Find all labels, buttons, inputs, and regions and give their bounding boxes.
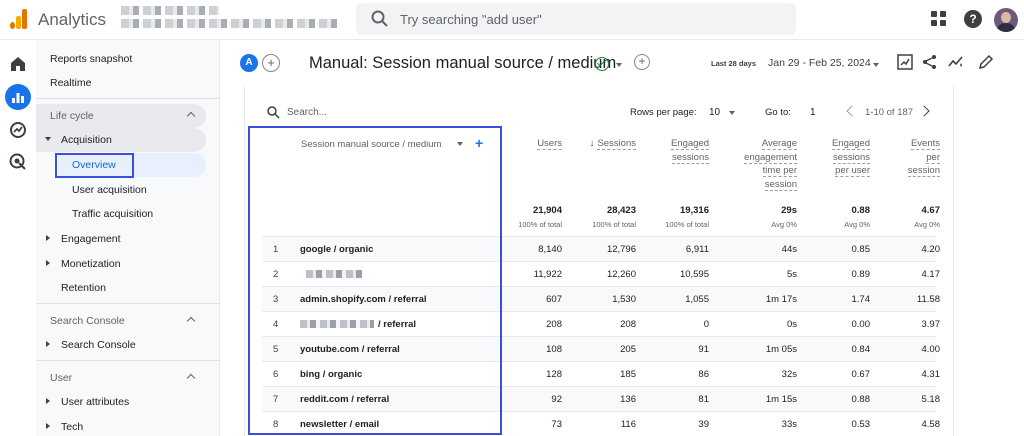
chevron-up-icon <box>186 316 196 326</box>
metric-cell: 11.58 <box>916 294 940 305</box>
metric-cell: 81 <box>698 394 709 405</box>
metric-cell: 4.31 <box>921 369 941 380</box>
search-icon[interactable] <box>266 105 280 119</box>
nav-user-acquisition[interactable]: User acquisition <box>36 178 220 202</box>
search-placeholder: Try searching "add user" <box>400 12 542 27</box>
metric-cell: 4.17 <box>921 269 941 280</box>
nav-reports-snapshot[interactable]: Reports snapshot <box>36 47 220 71</box>
metric-cell: 5.18 <box>921 394 941 405</box>
metric-cell: 6,911 <box>685 244 709 255</box>
explore-icon[interactable] <box>8 120 28 140</box>
nav-traffic-acquisition[interactable]: Traffic acquisition <box>36 202 220 226</box>
nav-acquisition[interactable]: Acquisition <box>36 128 220 152</box>
share-icon[interactable] <box>921 53 939 71</box>
avatar[interactable] <box>994 8 1018 32</box>
rows-per-page-label: Rows per page: <box>630 107 697 118</box>
dimension-annotation-box <box>248 126 502 435</box>
metric-cell: 39 <box>698 419 709 430</box>
metric-total-percent: Avg 0% <box>914 220 940 229</box>
reports-icon[interactable] <box>5 84 31 110</box>
caret-right-icon <box>46 423 50 429</box>
page-title: Manual: Session manual source / medium <box>309 54 617 72</box>
nav-section-search-console[interactable]: Search Console <box>36 309 220 333</box>
customize-report-icon[interactable] <box>896 53 914 71</box>
redacted-account-name[interactable] <box>121 6 219 15</box>
date-range-value[interactable]: Jan 29 - Feb 25, 2024 <box>768 57 871 69</box>
metric-column-header[interactable]: Events per session <box>850 137 940 178</box>
metric-column-label: Engaged <box>670 138 709 150</box>
nav-user-attributes[interactable]: User attributes <box>36 390 220 414</box>
search-icon <box>371 10 388 27</box>
metric-cell: 4.20 <box>921 244 941 255</box>
nav-divider <box>36 303 220 304</box>
apps-grid-icon[interactable] <box>931 11 947 27</box>
insights-icon[interactable] <box>947 53 965 71</box>
top-bar: Analytics Try searching "add user" ? <box>0 0 1024 40</box>
date-range-label[interactable]: Last 28 days <box>711 59 756 68</box>
metric-cell: 0 <box>703 319 709 330</box>
left-rail <box>0 40 36 436</box>
metric-column-label: Events <box>910 138 940 150</box>
app-title[interactable]: Analytics <box>38 10 106 30</box>
metric-total: 4.67 <box>921 205 941 216</box>
search-input[interactable]: Try searching "add user" <box>356 3 796 35</box>
chevron-up-icon <box>186 373 196 383</box>
metric-column-label: per <box>926 151 940 164</box>
metric-cell: 4.58 <box>921 419 941 430</box>
metric-total: 19,316 <box>679 205 709 216</box>
nav-tech[interactable]: Tech <box>36 415 220 436</box>
sort-descending-icon: ↓ <box>589 138 595 149</box>
edit-pencil-icon[interactable] <box>977 53 995 71</box>
metric-column-label: sessions <box>672 151 709 164</box>
overview-annotation-box <box>55 153 134 178</box>
metric-column-header[interactable]: Engaged sessions <box>619 137 709 164</box>
goto-page-input[interactable]: 1 <box>810 107 816 118</box>
pagination-status: 1-10 of 187 <box>865 107 914 118</box>
metric-cell: 86 <box>698 369 709 380</box>
help-icon[interactable]: ? <box>964 10 982 28</box>
advertising-icon[interactable] <box>8 152 28 172</box>
nav-divider <box>36 98 220 99</box>
redacted-property-name[interactable] <box>121 19 337 28</box>
home-icon[interactable] <box>8 54 28 74</box>
reports-nav: Reports snapshot Realtime Life cycle Acq… <box>36 40 220 436</box>
metric-cell: 4.00 <box>921 344 941 355</box>
metric-cell: 10,595 <box>679 269 709 280</box>
rows-per-page-select[interactable]: 10 <box>709 107 720 118</box>
caret-right-icon <box>46 341 50 347</box>
chevron-up-icon <box>186 111 196 121</box>
nav-divider <box>36 360 220 361</box>
metric-column-label: session <box>907 165 940 177</box>
goto-label: Go to: <box>765 107 791 118</box>
title-dropdown-icon[interactable] <box>616 63 622 67</box>
nav-search-console[interactable]: Search Console <box>36 333 220 357</box>
metric-cell: 91 <box>698 344 709 355</box>
nav-section-user[interactable]: User <box>36 366 220 390</box>
date-dropdown-icon[interactable] <box>873 63 879 67</box>
nav-retention[interactable]: Retention <box>36 276 220 300</box>
add-report-button[interactable]: + <box>634 54 650 70</box>
caret-right-icon <box>46 235 50 241</box>
analytics-logo-icon[interactable] <box>10 9 28 29</box>
nav-section-life-cycle[interactable]: Life cycle <box>36 104 220 128</box>
check-circle-icon[interactable] <box>595 57 609 71</box>
metric-cell: 3.97 <box>921 319 941 330</box>
caret-down-icon <box>45 137 51 141</box>
nav-engagement[interactable]: Engagement <box>36 227 220 251</box>
nav-monetization[interactable]: Monetization <box>36 252 220 276</box>
table-search-input[interactable]: Search... <box>287 107 327 118</box>
nav-realtime[interactable]: Realtime <box>36 71 220 95</box>
comparison-badge[interactable]: A <box>240 54 258 72</box>
metric-column-label: session <box>764 178 797 191</box>
metric-total-percent: 100% of total <box>665 220 709 229</box>
add-comparison-button[interactable]: + <box>262 54 280 72</box>
caret-right-icon <box>46 398 50 404</box>
metric-cell: 1,055 <box>685 294 709 305</box>
caret-right-icon <box>46 260 50 266</box>
rows-per-page-dropdown-icon[interactable] <box>729 111 735 115</box>
